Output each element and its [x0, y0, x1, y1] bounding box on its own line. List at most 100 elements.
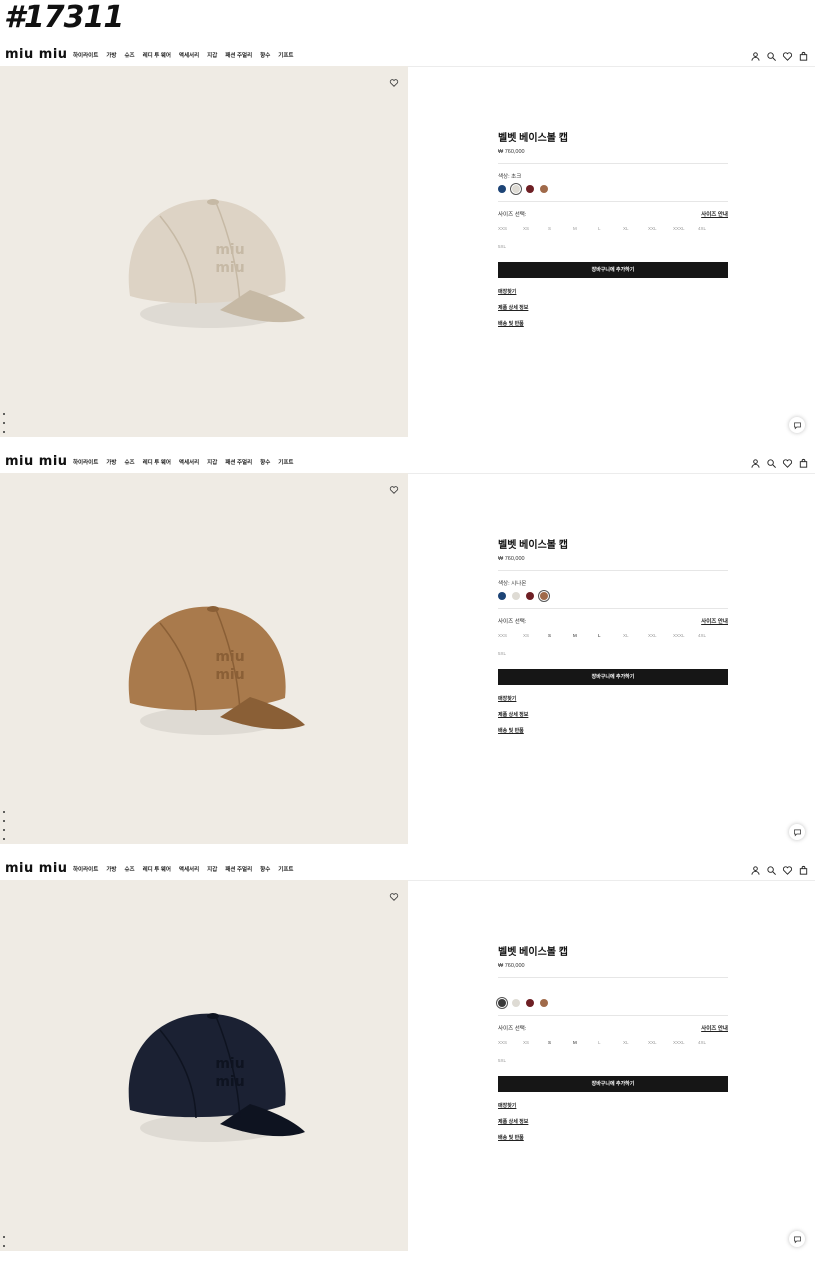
menu-item[interactable]: 기프트 [278, 51, 293, 59]
size-option[interactable]: XXL [648, 1040, 673, 1058]
size-option[interactable]: XS [523, 633, 548, 651]
color-swatch[interactable] [496, 997, 508, 1009]
size-option[interactable]: S [548, 226, 573, 244]
size-option[interactable]: L [598, 633, 623, 651]
menu-item[interactable]: 하이라이트 [73, 865, 98, 873]
size-option[interactable]: M [573, 226, 598, 244]
chat-button[interactable] [789, 824, 805, 840]
menu-item[interactable]: 기프트 [278, 865, 293, 873]
menu-item[interactable]: 지갑 [207, 865, 217, 873]
size-option[interactable]: XXL [648, 633, 673, 651]
size-option[interactable]: S [548, 1040, 573, 1058]
size-option[interactable]: M [573, 633, 598, 651]
product-image[interactable]: miu miu [0, 66, 408, 437]
menu-item[interactable]: 향수 [260, 458, 270, 466]
menu-item[interactable]: 슈즈 [124, 458, 134, 466]
color-swatch[interactable] [538, 590, 550, 602]
size-guide-link[interactable]: 사이즈 안내 [701, 1024, 728, 1032]
carousel-dot[interactable] [3, 431, 5, 433]
wishlist-button[interactable] [782, 49, 793, 61]
chat-button[interactable] [789, 1231, 805, 1247]
size-option[interactable]: XXS [498, 1040, 523, 1058]
color-swatch[interactable] [512, 999, 520, 1007]
add-to-cart-button[interactable]: 장바구니에 추가하기 [498, 669, 728, 685]
size-option[interactable]: L [598, 226, 623, 244]
menu-item[interactable]: 기프트 [278, 458, 293, 466]
brand-logo[interactable]: miu miu [5, 454, 68, 469]
chat-button[interactable] [789, 417, 805, 433]
color-swatch[interactable] [540, 185, 548, 193]
size-option[interactable]: XXS [498, 633, 523, 651]
size-option[interactable]: XXS [498, 226, 523, 244]
brand-logo[interactable]: miu miu [5, 47, 68, 62]
size-option[interactable]: 5XL [498, 244, 523, 262]
color-swatch[interactable] [498, 185, 506, 193]
menu-item[interactable]: 지갑 [207, 51, 217, 59]
add-to-cart-button[interactable]: 장바구니에 추가하기 [498, 1076, 728, 1092]
info-link[interactable]: 매장찾기 [498, 695, 728, 702]
size-option[interactable]: XL [623, 633, 648, 651]
size-option[interactable]: XXXL [673, 633, 698, 651]
size-option[interactable]: S [548, 633, 573, 651]
wishlist-button[interactable] [389, 482, 399, 494]
menu-item[interactable]: 패션 주얼리 [225, 865, 252, 873]
menu-item[interactable]: 가방 [106, 458, 116, 466]
bag-button[interactable] [798, 456, 809, 468]
wishlist-button[interactable] [389, 889, 399, 901]
size-option[interactable]: 4XL [698, 226, 723, 244]
brand-logo[interactable]: miu miu [5, 861, 68, 876]
info-link[interactable]: 배송 및 반품 [498, 1134, 728, 1141]
menu-item[interactable]: 패션 주얼리 [225, 458, 252, 466]
carousel-dot[interactable] [3, 1245, 5, 1247]
menu-item[interactable]: 액세서리 [179, 458, 199, 466]
carousel-dot[interactable] [3, 422, 5, 424]
search-button[interactable] [766, 863, 777, 875]
color-swatch[interactable] [526, 999, 534, 1007]
menu-item[interactable]: 향수 [260, 865, 270, 873]
carousel-dot[interactable] [3, 413, 5, 415]
size-option[interactable]: XL [623, 1040, 648, 1058]
color-swatch[interactable] [526, 592, 534, 600]
size-guide-link[interactable]: 사이즈 안내 [701, 617, 728, 625]
info-link[interactable]: 매장찾기 [498, 1102, 728, 1109]
size-option[interactable]: L [598, 1040, 623, 1058]
account-button[interactable] [750, 863, 761, 875]
menu-item[interactable]: 가방 [106, 51, 116, 59]
account-button[interactable] [750, 456, 761, 468]
search-button[interactable] [766, 49, 777, 61]
menu-item[interactable]: 하이라이트 [73, 51, 98, 59]
size-option[interactable]: XS [523, 1040, 548, 1058]
product-image[interactable]: miu miu [0, 473, 408, 844]
menu-item[interactable]: 가방 [106, 865, 116, 873]
size-option[interactable]: 5XL [498, 651, 523, 669]
color-swatch[interactable] [510, 183, 522, 195]
size-option[interactable]: XXXL [673, 226, 698, 244]
bag-button[interactable] [798, 49, 809, 61]
size-option[interactable]: 4XL [698, 1040, 723, 1058]
menu-item[interactable]: 액세서리 [179, 865, 199, 873]
menu-item[interactable]: 슈즈 [124, 865, 134, 873]
size-option[interactable]: 5XL [498, 1058, 523, 1076]
size-option[interactable]: M [573, 1040, 598, 1058]
color-swatch[interactable] [512, 592, 520, 600]
bag-button[interactable] [798, 863, 809, 875]
size-option[interactable]: 4XL [698, 633, 723, 651]
add-to-cart-button[interactable]: 장바구니에 추가하기 [498, 262, 728, 278]
menu-item[interactable]: 지갑 [207, 458, 217, 466]
size-guide-link[interactable]: 사이즈 안내 [701, 210, 728, 218]
carousel-dot[interactable] [3, 811, 5, 813]
menu-item[interactable]: 슈즈 [124, 51, 134, 59]
menu-item[interactable]: 패션 주얼리 [225, 51, 252, 59]
color-swatch[interactable] [540, 999, 548, 1007]
size-option[interactable]: XXL [648, 226, 673, 244]
menu-item[interactable]: 레디 투 웨어 [143, 51, 171, 59]
menu-item[interactable]: 레디 투 웨어 [143, 865, 171, 873]
wishlist-button[interactable] [782, 456, 793, 468]
color-swatch[interactable] [526, 185, 534, 193]
carousel-dot[interactable] [3, 838, 5, 840]
size-option[interactable]: XS [523, 226, 548, 244]
size-option[interactable]: XXXL [673, 1040, 698, 1058]
menu-item[interactable]: 액세서리 [179, 51, 199, 59]
color-swatch[interactable] [498, 592, 506, 600]
info-link[interactable]: 제품 상세 정보 [498, 304, 728, 311]
